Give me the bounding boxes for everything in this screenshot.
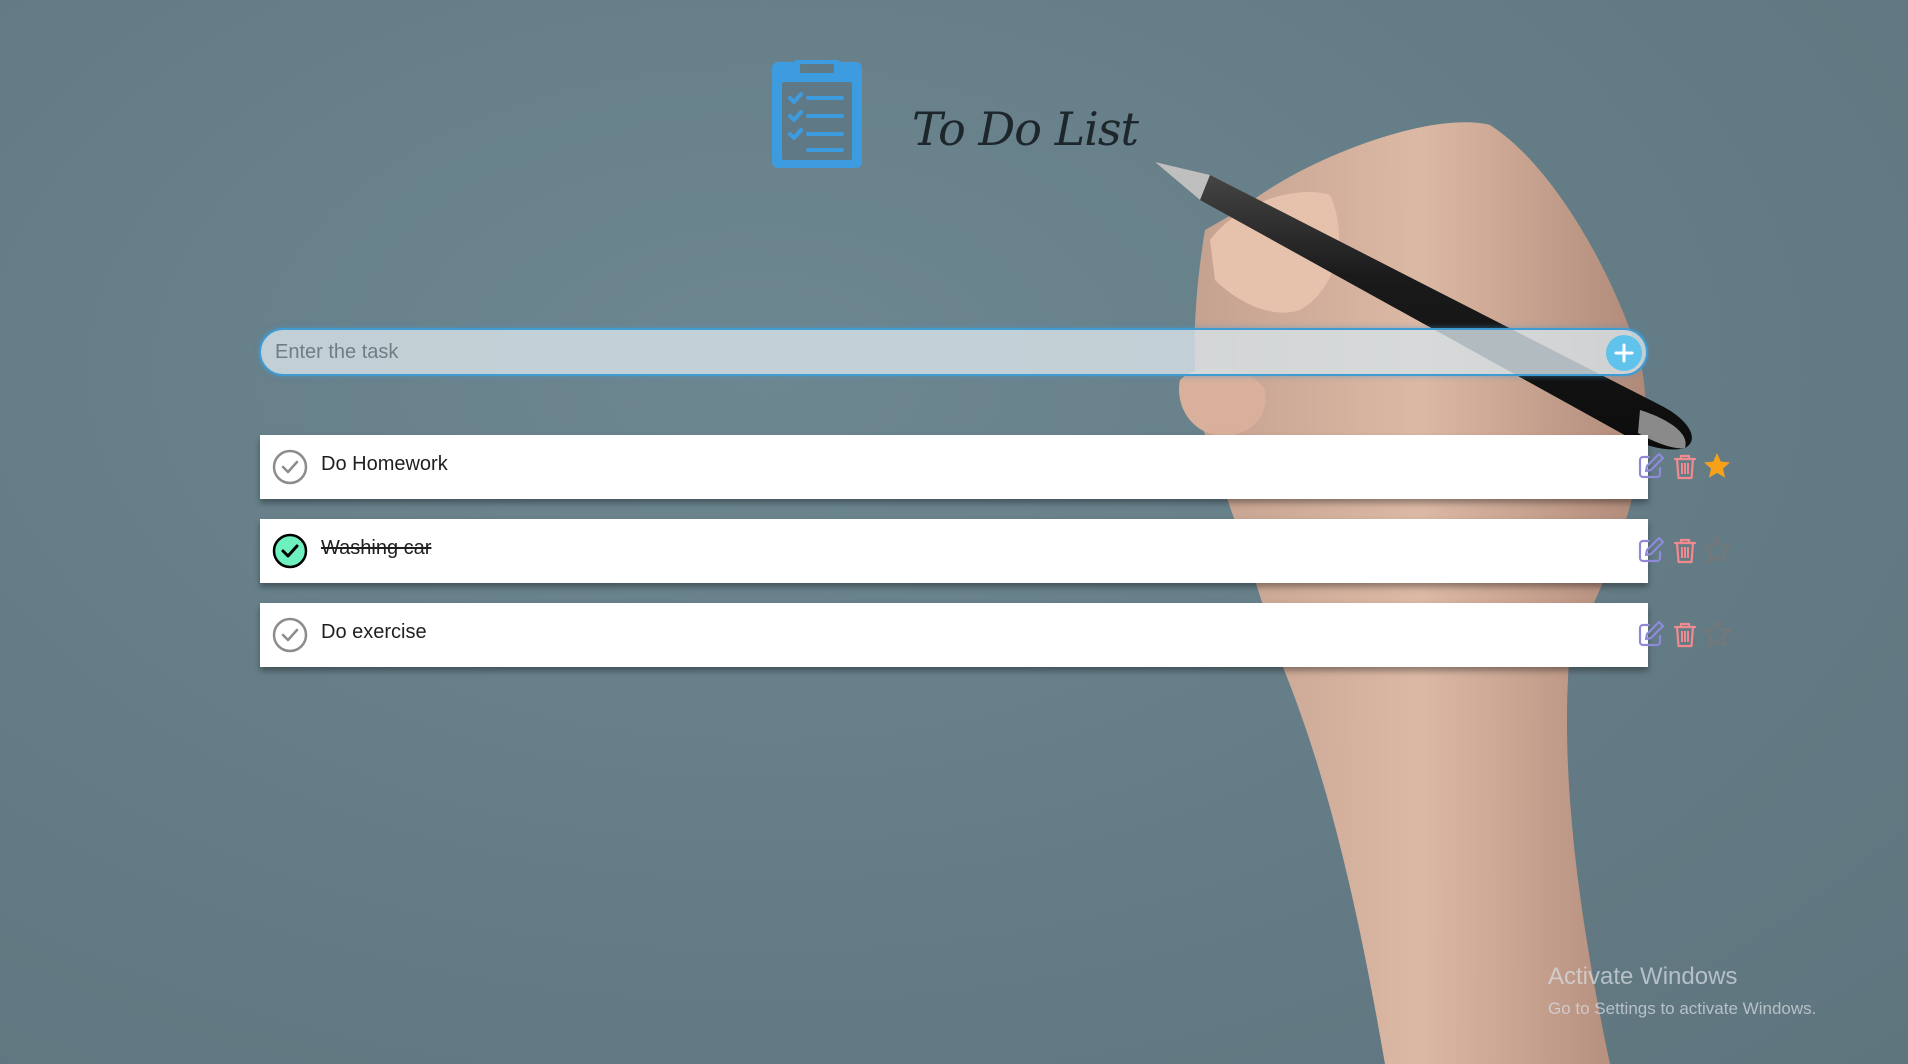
task-input[interactable] [275,330,1575,374]
star-outline-icon[interactable] [1702,535,1732,565]
task-item: Do exercise [260,603,1731,667]
task-label: Do Homework [321,453,448,475]
edit-icon[interactable] [1636,451,1666,481]
task-input-bar [259,328,1648,376]
plus-icon [1614,343,1634,363]
task-item: Do Homework [260,435,1730,499]
watermark-title: Activate Windows [1548,963,1738,990]
task-item: Washing car [260,519,1731,583]
check-circle-icon[interactable] [272,449,308,485]
windows-activation-watermark: Activate Windows Go to Settings to activ… [1548,963,1816,1019]
task-label: Do exercise [321,621,427,643]
trash-icon[interactable] [1670,451,1700,481]
clipboard-list-icon [772,60,862,168]
check-circle-icon[interactable] [272,617,308,653]
star-filled-icon[interactable] [1702,451,1732,481]
edit-icon[interactable] [1636,619,1666,649]
task-list: Do Homework Washing car Do exercise [260,435,1731,687]
app-title: To Do List [912,102,1139,156]
star-outline-icon[interactable] [1702,619,1732,649]
trash-icon[interactable] [1670,535,1700,565]
edit-icon[interactable] [1636,535,1666,565]
task-label: Washing car [321,537,432,559]
check-circle-filled-icon[interactable] [272,533,308,569]
add-task-button[interactable] [1606,335,1642,371]
trash-icon[interactable] [1670,619,1700,649]
watermark-subtitle: Go to Settings to activate Windows. [1548,999,1817,1018]
